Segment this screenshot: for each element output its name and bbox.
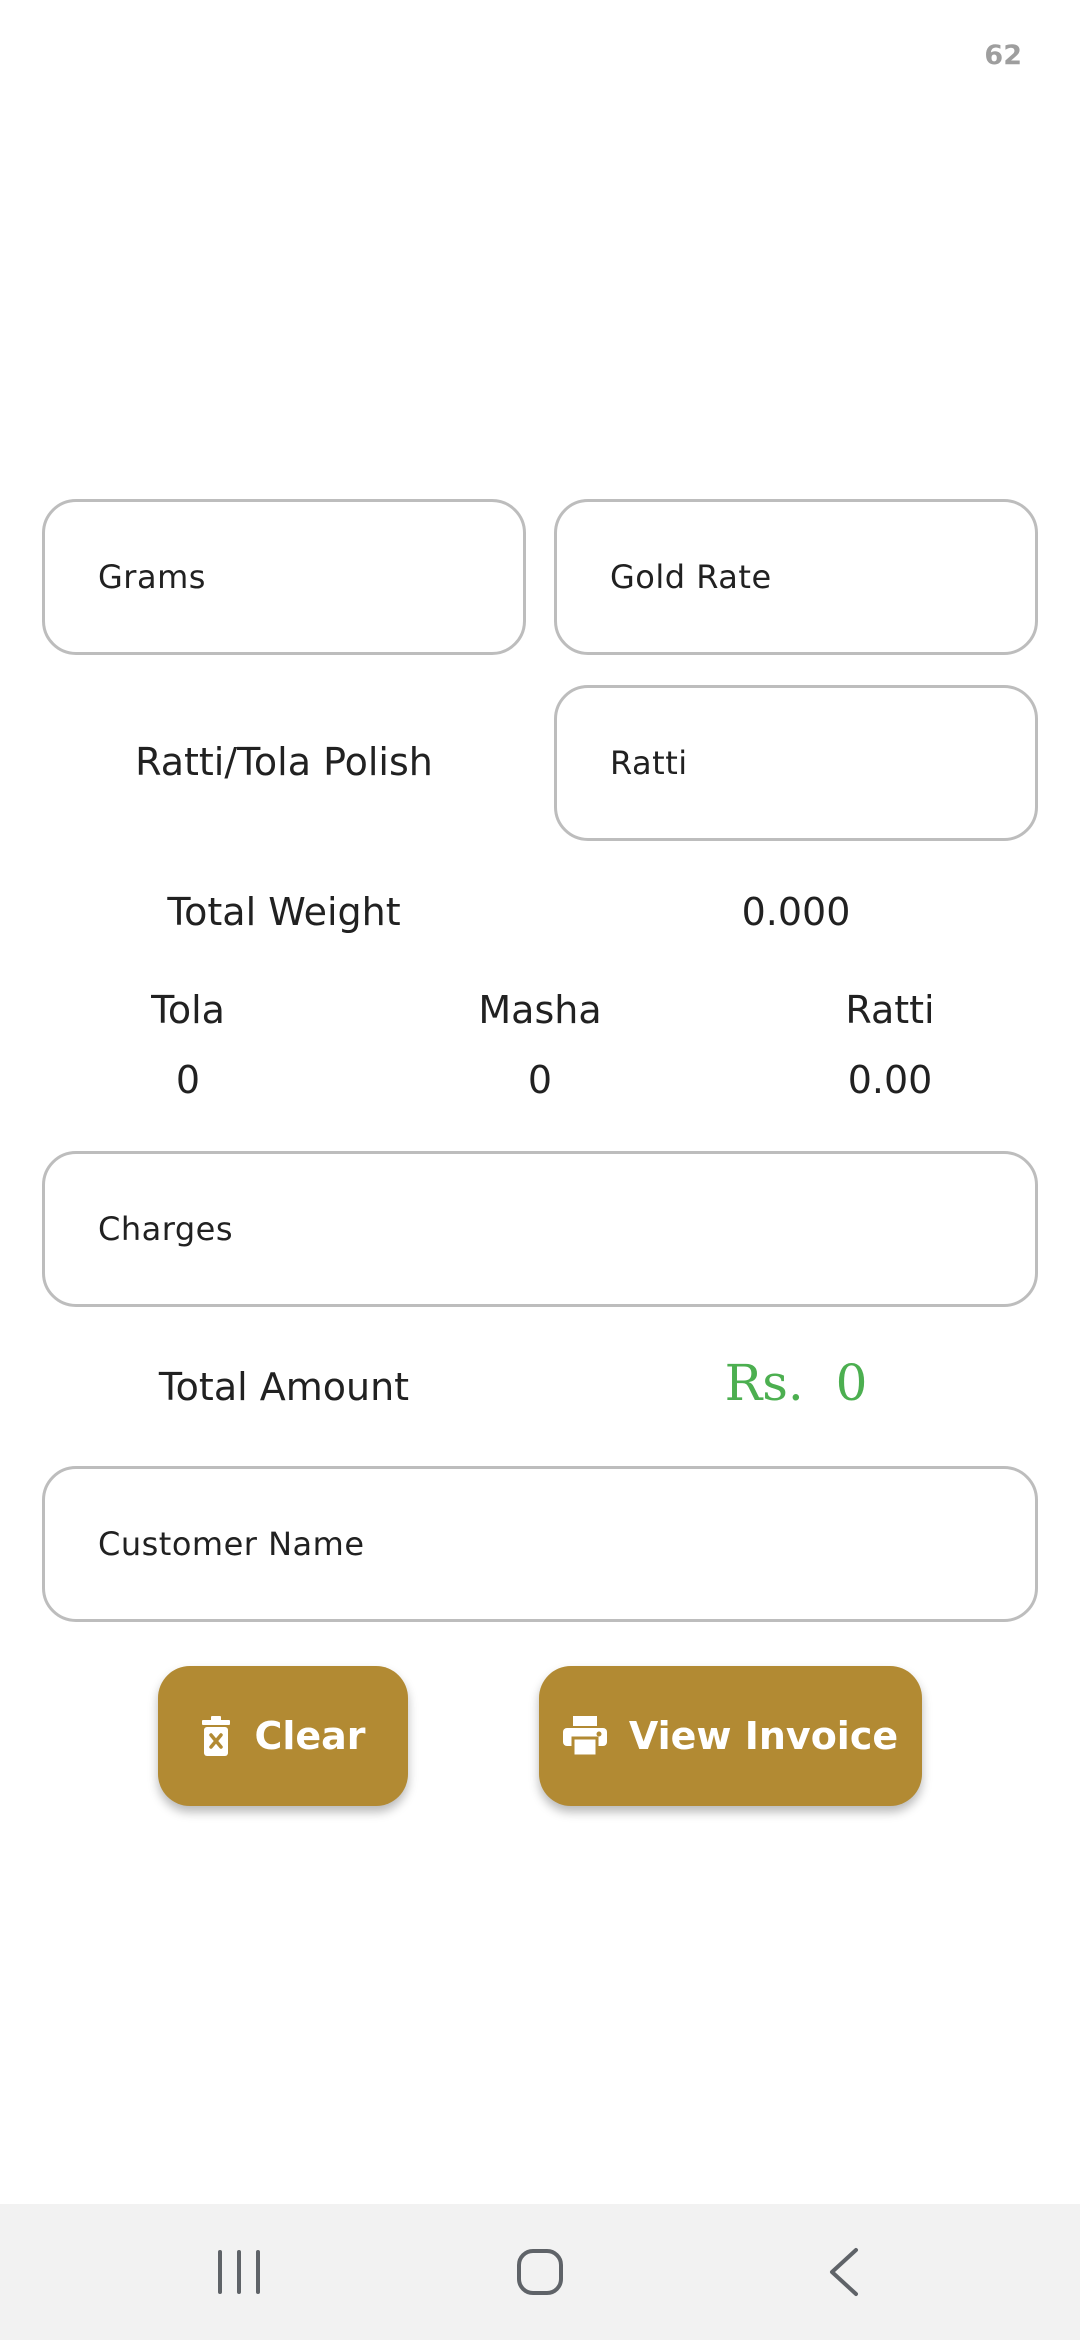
ratti-field[interactable] [554, 685, 1038, 841]
gold-rate-field[interactable] [554, 499, 1038, 655]
tola-label: Tola [151, 988, 225, 1032]
ratti-input[interactable] [610, 744, 1035, 782]
gold-rate-input[interactable] [610, 558, 1035, 596]
grams-field[interactable] [42, 499, 526, 655]
polish-label: Ratti/Tola Polish [135, 740, 433, 784]
clear-button-label: Clear [254, 1714, 366, 1758]
back-icon[interactable] [814, 2242, 874, 2302]
view-invoice-button-label: View Invoice [628, 1714, 899, 1758]
customer-name-field[interactable] [42, 1466, 1038, 1622]
ratti-unit-label: Ratti [845, 988, 935, 1032]
delete-icon [202, 1716, 231, 1756]
clear-button[interactable]: Clear [158, 1666, 408, 1806]
customer-name-input[interactable] [98, 1525, 1035, 1563]
print-icon [562, 1716, 607, 1756]
view-invoice-button[interactable]: View Invoice [539, 1666, 922, 1806]
charges-field[interactable] [42, 1151, 1038, 1307]
grams-input[interactable] [98, 558, 523, 596]
charges-input[interactable] [98, 1210, 1035, 1248]
home-icon[interactable] [510, 2242, 570, 2302]
total-amount-label: Total Amount [158, 1365, 410, 1409]
system-nav-bar [0, 2204, 1080, 2340]
total-amount-value: Rs. 0 [724, 1354, 868, 1412]
total-weight-value: 0.000 [741, 890, 851, 934]
recents-icon[interactable] [209, 2242, 269, 2302]
ratti-unit-value: 0.00 [847, 1058, 933, 1102]
tola-value: 0 [175, 1058, 201, 1102]
counter-badge: 62 [984, 40, 1022, 71]
total-weight-label: Total Weight [167, 890, 401, 934]
masha-value: 0 [527, 1058, 553, 1102]
masha-label: Masha [478, 988, 602, 1032]
